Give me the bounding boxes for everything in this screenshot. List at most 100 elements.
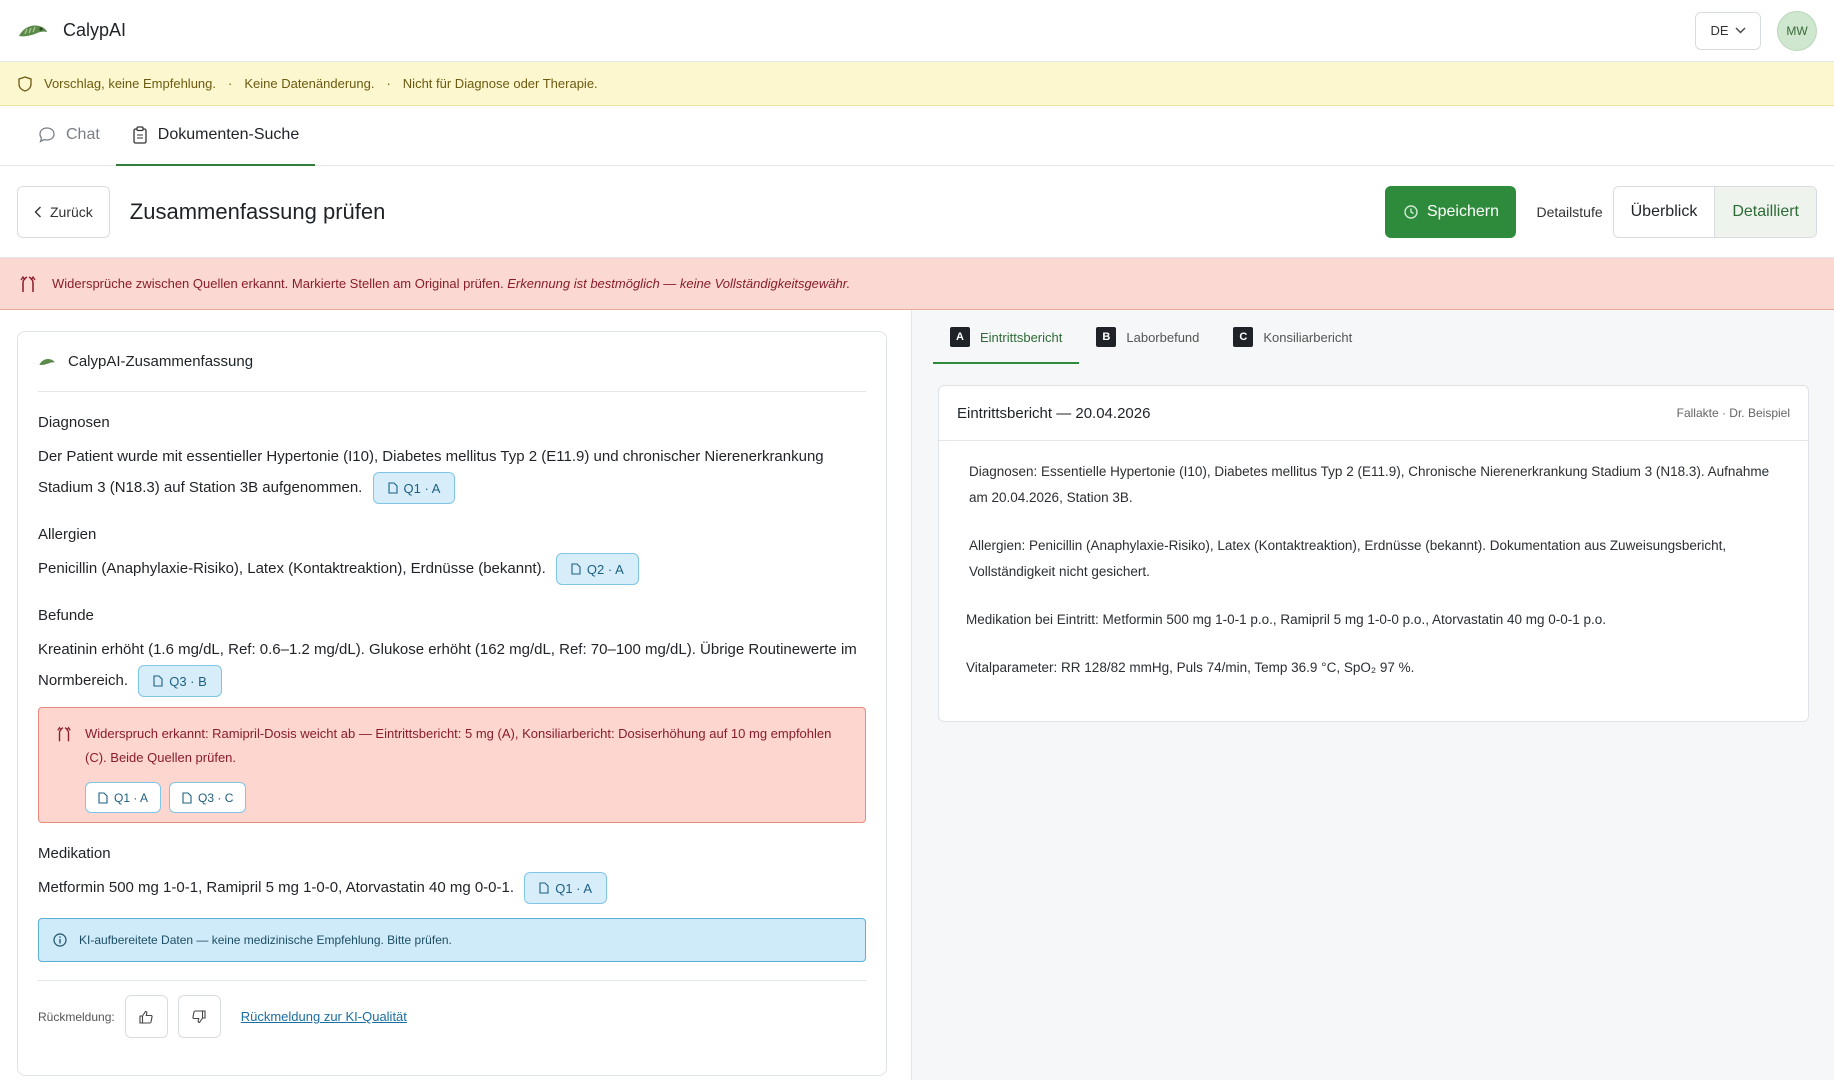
main-tabs: Chat Dokumenten-Suche — [0, 106, 1834, 166]
document-paragraph: Allergien: Penicillin (Anaphylaxie-Risik… — [969, 538, 1727, 579]
document-icon — [539, 882, 549, 894]
feedback-label: Rückmeldung: — [38, 1009, 115, 1024]
section-text-medication: Metformin 500 mg 1-0-1, Ramipril 5 mg 1-… — [38, 872, 866, 905]
ai-info-text: KI-aufbereitete Daten — keine medizinisc… — [79, 933, 452, 948]
section-title-diagnoses: Diagnosen — [38, 414, 110, 431]
app-title: CalypAI — [63, 20, 127, 40]
save-history-icon — [1404, 204, 1418, 219]
doc-tab-label: Konsiliarbericht — [1263, 329, 1353, 345]
top-bar: CalypAI DE MW — [0, 0, 1834, 62]
back-label: Zurück — [50, 203, 93, 220]
contradiction-banner-note: Erkennung ist bestmöglich — keine Vollst… — [507, 276, 851, 291]
contradiction-alert: Widerspruch erkannt: Ramipril-Dosis weic… — [38, 707, 866, 824]
section-text-findings: Kreatinin erhöht (1.6 mg/dL, Ref: 0.6–1.… — [38, 634, 866, 698]
info-icon — [53, 933, 67, 947]
detail-level-toggle: Überblick Detailliert — [1612, 185, 1817, 238]
tab-label: Chat — [66, 126, 100, 143]
save-label: Speichern — [1426, 202, 1499, 220]
summary-card-header: CalypAI-Zusammenfassung — [38, 332, 866, 392]
document-title: Eintrittsbericht — 20.04.2026 — [957, 404, 1151, 422]
document-body: Diagnosen: Essentielle Hypertonie (I10),… — [939, 441, 1808, 721]
source-chip-label: Q2 · A — [586, 561, 624, 577]
contradiction-banner-text: Widersprüche zwischen Quellen erkannt. M… — [52, 276, 504, 291]
summary-title: CalypAI-Zusammenfassung — [68, 353, 254, 370]
detail-level-label: Detailstufe — [1536, 203, 1603, 220]
calypai-logo-icon — [39, 358, 55, 365]
doc-tab-label: Laborbefund — [1126, 329, 1200, 345]
tab-chat[interactable]: Chat — [22, 105, 116, 165]
thumbs-down-button[interactable] — [177, 995, 221, 1039]
page-title: Zusammenfassung prüfen — [129, 198, 386, 224]
page-toolbar: Zurück Zusammenfassung prüfen Speichern … — [0, 166, 1834, 258]
document-icon — [153, 675, 163, 687]
document-header: Eintrittsbericht — 20.04.2026 Fallakte ·… — [939, 386, 1808, 441]
separator-dot: · — [228, 76, 233, 91]
save-button[interactable]: Speichern — [1385, 185, 1517, 238]
feedback-row: Rückmeldung: Rückmeldung zur KI-Qualität — [38, 995, 866, 1039]
summary-card: CalypAI-Zusammenfassung Diagnosen Der Pa… — [17, 331, 887, 1076]
disclaimer-part-3: Nicht für Diagnose oder Therapie. — [402, 76, 598, 91]
doc-tab-konsiliarbericht[interactable]: C Konsiliarbericht — [1216, 310, 1369, 364]
source-chip-label: Q3 · C — [198, 790, 234, 805]
source-chip[interactable]: Q1 · A — [85, 782, 162, 814]
diverge-arrows-icon — [57, 726, 71, 742]
calypai-logo-icon — [19, 24, 47, 36]
allergies-text: Penicillin (Anaphylaxie-Risiko), Latex (… — [38, 560, 546, 578]
doc-letter-badge: B — [1096, 327, 1117, 347]
language-select[interactable]: DE — [1695, 11, 1761, 50]
detail-detailed-button[interactable]: Detailliert — [1714, 186, 1816, 237]
chat-bubble-icon — [39, 127, 55, 143]
contradiction-banner: Widersprüche zwischen Quellen erkannt. M… — [0, 258, 1834, 310]
separator-dot: · — [386, 76, 391, 91]
contradiction-text: Widerspruch erkannt: Ramipril-Dosis weic… — [85, 726, 832, 766]
diverge-arrows-icon — [20, 275, 36, 292]
source-chip[interactable]: Q1 · A — [524, 872, 608, 905]
section-title-medication: Medikation — [38, 845, 111, 863]
source-chip[interactable]: Q1 · A — [372, 472, 456, 505]
clipboard-icon — [133, 126, 147, 144]
document-paragraph: Medikation bei Eintritt: Metformin 500 m… — [966, 612, 1607, 627]
document-paragraph: Diagnosen: Essentielle Hypertonie (I10),… — [969, 464, 1770, 505]
doc-tab-label: Eintrittsbericht — [980, 329, 1063, 345]
disclaimer-banner: Vorschlag, keine Empfehlung. · Keine Dat… — [0, 62, 1834, 106]
doc-tab-laborbefund[interactable]: B Laborbefund — [1079, 310, 1216, 364]
document-icon — [571, 563, 581, 575]
document-icon — [182, 792, 192, 804]
document-viewer: A Eintrittsbericht B Laborbefund C Konsi… — [911, 310, 1834, 1080]
document-icon — [387, 482, 398, 494]
document-card: Eintrittsbericht — 20.04.2026 Fallakte ·… — [938, 385, 1809, 722]
tab-label: Dokumenten-Suche — [157, 126, 300, 143]
document-meta: Fallakte · Dr. Beispiel — [1676, 406, 1790, 420]
chevron-down-icon — [1735, 27, 1746, 34]
source-chip[interactable]: Q2 · A — [555, 553, 639, 586]
language-value: DE — [1710, 23, 1729, 38]
source-chip[interactable]: Q3 · B — [138, 665, 222, 698]
document-paragraph: Vitalparameter: RR 128/82 mmHg, Puls 74/… — [966, 660, 1415, 675]
thumbs-up-icon — [139, 1010, 153, 1024]
detail-overview-button[interactable]: Überblick — [1613, 186, 1715, 237]
disclaimer-part-1: Vorschlag, keine Empfehlung. — [44, 76, 216, 91]
disclaimer-part-2: Keine Datenänderung. — [244, 76, 375, 91]
source-chip-label: Q1 · A — [403, 480, 441, 496]
back-button[interactable]: Zurück — [17, 185, 110, 238]
document-tabs: A Eintrittsbericht B Laborbefund C Konsi… — [933, 310, 1369, 364]
source-chip-label: Q3 · B — [169, 673, 207, 689]
avatar[interactable]: MW — [1777, 10, 1817, 51]
section-text-diagnoses: Der Patient wurde mit essentieller Hyper… — [38, 441, 866, 505]
section-text-allergies: Penicillin (Anaphylaxie-Risiko), Latex (… — [38, 553, 866, 586]
feedback-quality-link[interactable]: Rückmeldung zur KI-Qualität — [241, 1009, 407, 1024]
doc-letter-badge: A — [950, 327, 970, 347]
ai-info-box: KI-aufbereitete Daten — keine medizinisc… — [38, 918, 866, 963]
thumbs-up-button[interactable] — [124, 995, 168, 1039]
source-chip[interactable]: Q3 · C — [169, 782, 247, 814]
section-title-findings: Befunde — [38, 607, 94, 625]
source-chip-label: Q1 · A — [114, 790, 149, 805]
doc-letter-badge: C — [1233, 327, 1254, 347]
medication-text: Metformin 500 mg 1-0-1, Ramipril 5 mg 1-… — [38, 879, 515, 897]
tab-document-search[interactable]: Dokumenten-Suche — [115, 105, 316, 166]
thumbs-down-icon — [192, 1010, 206, 1023]
chevron-left-icon — [34, 206, 41, 217]
doc-tab-eintrittsbericht[interactable]: A Eintrittsbericht — [933, 310, 1080, 364]
shield-icon — [18, 75, 32, 92]
section-title-allergies: Allergien — [38, 526, 97, 544]
